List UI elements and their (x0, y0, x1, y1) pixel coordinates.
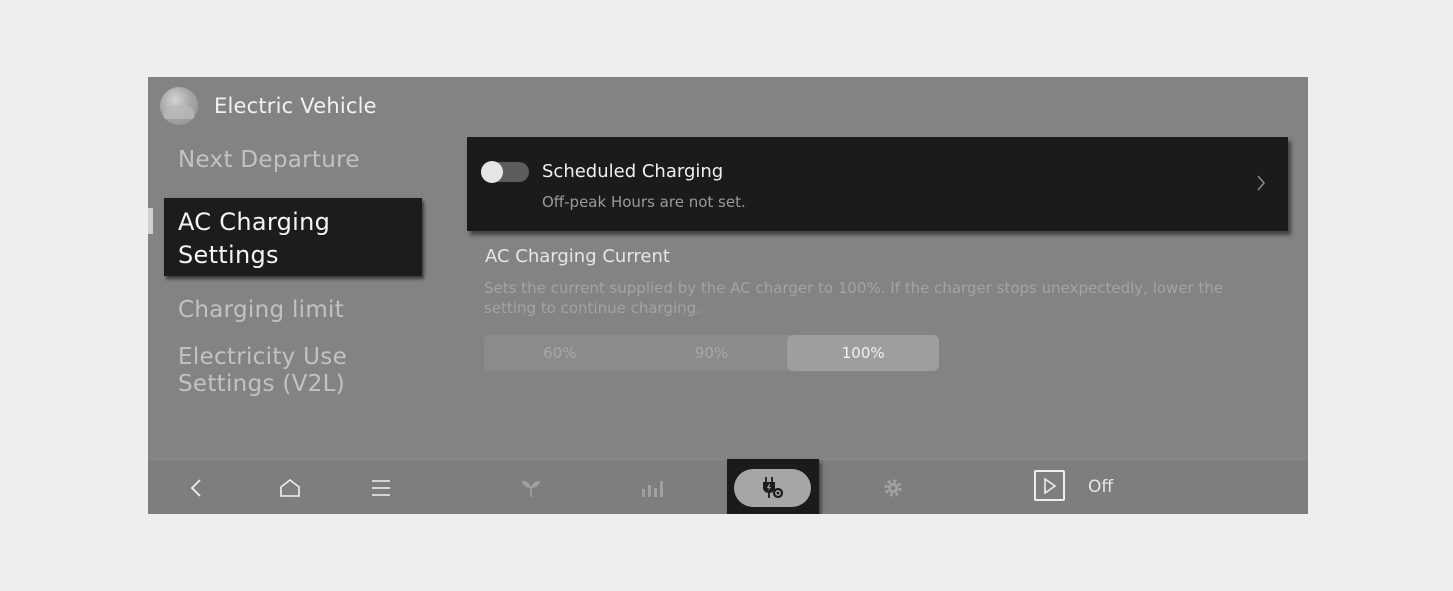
scheduled-charging-title: Scheduled Charging (542, 161, 724, 182)
landscape-avatar-icon (160, 87, 198, 125)
side-item-charging-limit[interactable]: Charging limit (178, 297, 438, 324)
screen-header: Electric Vehicle (160, 87, 377, 125)
side-item-next-departure[interactable]: Next Departure (178, 147, 438, 174)
option-100[interactable]: 100% (787, 335, 940, 371)
charge-pill (734, 469, 811, 507)
ev-charging-settings-icon (763, 477, 784, 499)
ev-charging-settings-button[interactable] (727, 459, 819, 514)
eco-leaf-icon[interactable] (520, 477, 542, 499)
option-90[interactable]: 90% (636, 335, 788, 371)
bar-chart-icon[interactable] (641, 477, 663, 499)
scheduled-charging-card[interactable]: Scheduled Charging Off-peak Hours are no… (467, 137, 1288, 231)
play-icon[interactable] (1034, 470, 1065, 501)
side-item-ac-charging-settings[interactable]: AC Charging Settings (164, 198, 422, 276)
back-icon[interactable] (186, 477, 208, 499)
ac-charging-current-title: AC Charging Current (485, 246, 670, 267)
selection-indicator (148, 208, 153, 234)
scheduled-charging-subtitle: Off-peak Hours are not set. (542, 193, 746, 211)
bottom-nav-bar: Off (148, 459, 1308, 514)
toggle-knob (481, 161, 503, 183)
menu-icon[interactable] (370, 477, 392, 499)
play-triangle (1044, 477, 1057, 495)
ac-charging-current-description: Sets the current supplied by the AC char… (484, 279, 1224, 317)
ac-current-selector: 60% 90% 100% (484, 335, 940, 371)
ev-screen: Electric Vehicle Next Departure AC Charg… (148, 77, 1308, 514)
home-icon[interactable] (279, 477, 301, 499)
scheduled-charging-toggle[interactable] (481, 161, 529, 183)
chevron-right-icon (1257, 175, 1265, 191)
option-60[interactable]: 60% (484, 335, 636, 371)
gear-icon[interactable] (882, 477, 904, 499)
page-title: Electric Vehicle (214, 94, 377, 118)
side-item-electricity-use-settings[interactable]: Electricity Use Settings (V2L) (178, 344, 438, 398)
media-status-label: Off (1088, 477, 1114, 497)
